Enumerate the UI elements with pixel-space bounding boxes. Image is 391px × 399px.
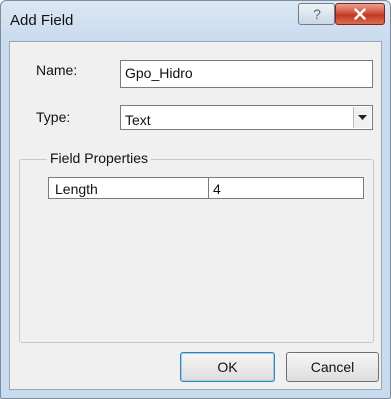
type-select[interactable]: Text [120, 105, 373, 130]
ok-button[interactable]: OK [180, 352, 275, 382]
name-field[interactable]: Gpo_Hidro [120, 60, 373, 88]
cancel-button[interactable]: Cancel [286, 352, 379, 382]
dialog-title: Add Field [10, 12, 74, 29]
field-properties-legend: Field Properties [47, 150, 152, 166]
field-properties-grid: Length 4 [48, 177, 364, 199]
close-button[interactable] [335, 3, 385, 25]
field-properties-group: Field Properties Length 4 [19, 150, 374, 343]
help-button[interactable]: ? [298, 3, 335, 25]
name-label: Name: [36, 62, 78, 78]
help-icon: ? [313, 7, 321, 21]
add-field-dialog: Add Field ? Name: Gpo_Hidro Type: Text F… [0, 0, 391, 399]
dialog-body: Name: Gpo_Hidro Type: Text Field Propert… [9, 41, 382, 390]
type-label: Type: [36, 109, 71, 125]
type-dropdown-button[interactable] [353, 107, 371, 128]
type-select-value: Text [125, 112, 151, 128]
close-icon [354, 8, 366, 20]
property-name-length: Length [49, 178, 209, 198]
property-value-length[interactable]: 4 [209, 178, 363, 198]
chevron-down-icon [358, 114, 367, 120]
svg-text:?: ? [313, 7, 321, 21]
title-bar[interactable]: Add Field ? [1, 1, 390, 41]
